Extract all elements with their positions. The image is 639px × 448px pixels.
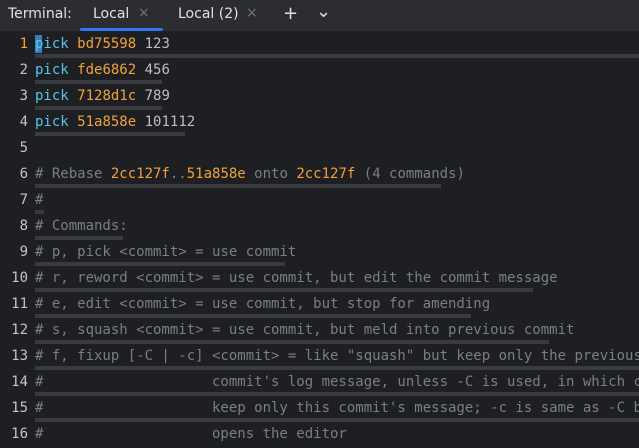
close-icon[interactable]: ×: [246, 5, 258, 21]
commit-message: 101112: [144, 114, 196, 130]
line-code[interactable]: pick fde6862 456: [35, 62, 170, 78]
line-number: 5: [19, 140, 28, 156]
commit-message: 789: [144, 88, 170, 104]
editor-line: 11 # e, edit <commit> = use commit, but …: [0, 292, 639, 318]
line-code[interactable]: # r, reword <commit> = use commit, but e…: [35, 270, 558, 286]
commit-hash: 2cc127f: [110, 166, 170, 182]
commit-hash: 51a858e: [186, 166, 246, 182]
editor-line: 15 # keep only this commit's message; -c…: [0, 396, 639, 422]
line-code[interactable]: # e, edit <commit> = use commit, but sto…: [35, 296, 490, 312]
commit-hash: 51a858e: [77, 114, 137, 130]
line-number: 15: [11, 400, 28, 416]
line-code[interactable]: pick 51a858e 101112: [35, 114, 195, 130]
line-number: 7: [19, 192, 28, 208]
line-code[interactable]: # Rebase 2cc127f..51a858e onto 2cc127f (…: [35, 166, 465, 182]
editor-line: 10 # r, reword <commit> = use commit, bu…: [0, 266, 639, 292]
line-number: 2: [19, 62, 28, 78]
range-dots: ..: [169, 166, 187, 182]
tab-local-2[interactable]: Local (2) ×: [168, 0, 264, 31]
line-code[interactable]: # Commands:: [35, 218, 128, 234]
line-number: 13: [11, 348, 28, 364]
line-code[interactable]: # commit's log message, unless -C is use…: [35, 374, 639, 390]
editor-line: 13 # f, fixup [-C | -c] <commit> = like …: [0, 344, 639, 370]
tab-label: Local: [93, 6, 130, 22]
commit-hash: 2cc127f: [296, 166, 356, 182]
commit-message: 123: [144, 36, 170, 52]
line-code[interactable]: # opens the editor: [35, 426, 347, 442]
line-code[interactable]: # keep only this commit's message; -c is…: [35, 400, 639, 416]
command-keyword: pick: [35, 114, 69, 130]
line-number: 9: [19, 244, 28, 260]
line-code[interactable]: pick 7128d1c 789: [35, 88, 170, 104]
line-code[interactable]: # f, fixup [-C | -c] <commit> = like "sq…: [35, 348, 639, 364]
line-number: 11: [11, 296, 28, 312]
line-number: 1: [19, 36, 28, 52]
editor-line: 9 # p, pick <commit> = use commit: [0, 240, 639, 266]
line-code[interactable]: # p, pick <commit> = use commit: [35, 244, 296, 260]
commit-message: 456: [144, 62, 170, 78]
comment-text: onto: [245, 166, 297, 182]
line-number: 14: [11, 374, 28, 390]
command-keyword: pick: [35, 36, 69, 52]
comment-text: (4 commands): [355, 166, 465, 182]
close-icon[interactable]: ×: [138, 5, 150, 21]
line-number: 16: [11, 426, 28, 442]
add-tab-icon[interactable]: +: [283, 4, 298, 24]
line-code[interactable]: #: [35, 192, 43, 208]
line-code[interactable]: pick bd75598 123: [35, 36, 170, 52]
commit-hash: fde6862: [77, 62, 137, 78]
comment-text: # Rebase: [35, 166, 111, 182]
line-number: 3: [19, 88, 28, 104]
tab-local[interactable]: Local ×: [80, 0, 163, 31]
command-keyword: pick: [35, 88, 69, 104]
editor-line: 16 # opens the editor: [0, 422, 639, 448]
editor-line: 12 # s, squash <commit> = use commit, bu…: [0, 318, 639, 344]
command-keyword: pick: [35, 62, 69, 78]
line-number: 4: [19, 114, 28, 130]
editor-line: 1 pick bd75598 123: [0, 32, 639, 58]
terminal-tab-bar: Terminal: Local × Local (2) × + ⌄: [0, 0, 639, 32]
commit-hash: 7128d1c: [77, 88, 137, 104]
editor-line: 8 # Commands:: [0, 214, 639, 240]
terminal-label: Terminal:: [8, 6, 72, 22]
line-code[interactable]: # s, squash <commit> = use commit, but m…: [35, 322, 574, 338]
chevron-down-icon[interactable]: ⌄: [316, 2, 331, 22]
editor-line: 5: [0, 136, 639, 162]
editor-line: 14 # commit's log message, unless -C is …: [0, 370, 639, 396]
line-number: 10: [11, 270, 28, 286]
tab-label: Local (2): [178, 6, 239, 22]
line-number: 12: [11, 322, 28, 338]
commit-hash: bd75598: [77, 36, 137, 52]
editor-line: 4 pick 51a858e 101112: [0, 110, 639, 136]
editor-line: 6 # Rebase 2cc127f..51a858e onto 2cc127f…: [0, 162, 639, 188]
active-tab-indicator: [80, 28, 163, 31]
editor-line: 7 #: [0, 188, 639, 214]
editor-line: 3 pick 7128d1c 789: [0, 84, 639, 110]
editor[interactable]: 1 pick bd75598 123 2 pick fde6862 456 3 …: [0, 32, 639, 448]
line-number: 8: [19, 218, 28, 234]
line-number: 6: [19, 166, 28, 182]
editor-line: 2 pick fde6862 456: [0, 58, 639, 84]
